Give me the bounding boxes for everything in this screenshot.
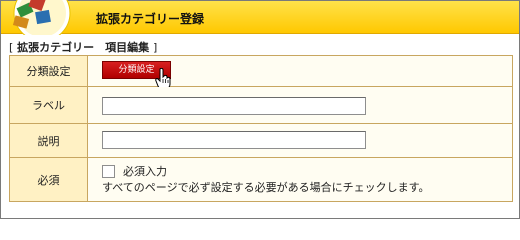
required-checkbox-label[interactable]: 必須入力 (123, 163, 167, 179)
header-bar: 拡張カテゴリー登録 (1, 0, 519, 35)
section-open-bracket: [ (9, 41, 14, 54)
required-checkbox[interactable] (102, 164, 115, 178)
required-row: 必須 必須入力 すべてのページで必ず設定する必要がある場合にチェックします。 (9, 157, 513, 202)
edit-form-table: 分類設定 分類設定 ラベル 説明 必須 必須入力 すべてのページで必ず設定する必… (9, 55, 513, 202)
description-field-label: 説明 (9, 123, 88, 158)
app-logo-icon (12, 0, 71, 35)
required-description: すべてのページで必ず設定する必要がある場合にチェックします。 (102, 181, 430, 194)
required-field-label: 必須 (9, 157, 88, 202)
description-row: 説明 (9, 123, 513, 158)
section-close-bracket: ] (152, 41, 158, 54)
category-label: 分類設定 (9, 55, 88, 87)
label-field-label: ラベル (9, 86, 88, 124)
label-input[interactable] (102, 97, 366, 115)
page-title: 拡張カテゴリー登録 (96, 12, 205, 26)
category-row: 分類設定 分類設定 (9, 55, 513, 90)
section-title: [ 拡張カテゴリー 項目編集 ] (9, 39, 157, 55)
section-title-text: 拡張カテゴリー 項目編集 (17, 41, 150, 54)
description-input[interactable] (102, 131, 366, 149)
label-row: ラベル (9, 86, 513, 124)
